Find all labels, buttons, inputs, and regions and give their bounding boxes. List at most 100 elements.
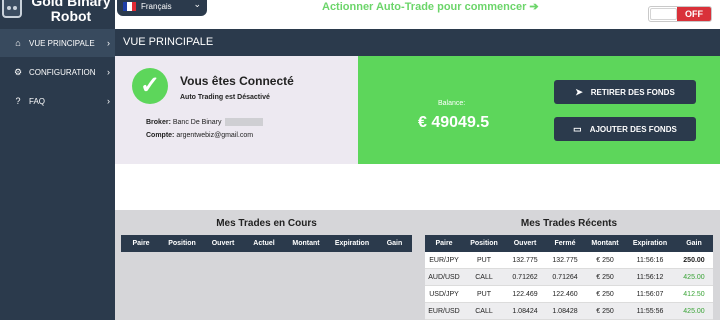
recent-trades-header: Paire Position Ouvert Fermé Montant Expi…	[425, 235, 713, 252]
cell-pair: EUR/JPY	[429, 256, 459, 264]
cell-pair: USD/JPY	[429, 290, 459, 298]
auto-trade-prompt[interactable]: Actionner Auto-Trade pour commencer ➔	[322, 0, 539, 13]
sidebar-item-label: VUE PRINCIPALE	[29, 38, 95, 48]
cell-closed: 132.775	[552, 256, 578, 264]
column-header: Paire	[435, 240, 453, 247]
broker-value: Banc De Binary	[172, 118, 222, 126]
sidebar-item-label: FAQ	[29, 96, 46, 106]
toggle-knob	[650, 8, 677, 20]
table-row[interactable]: EUR/USD CALL 1.08424 1.08428 € 250 11:55…	[425, 303, 713, 320]
column-header: Expiration	[334, 240, 370, 247]
cell-amount: € 250	[596, 290, 614, 298]
language-selector[interactable]: Français ⌄	[117, 0, 207, 16]
balance-value: € 49049.5	[418, 114, 490, 131]
redacted-blur	[225, 118, 264, 126]
logo-line-2: Robot	[50, 8, 92, 24]
cell-closed: 122.460	[552, 290, 578, 298]
cell-open: 0.71262	[512, 273, 538, 281]
top-bar: Gold Binary Robot Français ⌄ Actionner A…	[0, 0, 720, 29]
sidebar-item-vue-principale[interactable]: ⌂ VUE PRINCIPALE ›	[0, 29, 115, 57]
sidebar-item-faq[interactable]: ? FAQ ›	[0, 87, 115, 115]
deposit-label: AJOUTER DES FONDS	[589, 124, 677, 134]
cell-amount: € 250	[596, 307, 614, 315]
connection-title: Vous êtes Connecté	[180, 74, 294, 88]
cell-position: PUT	[477, 256, 491, 264]
cell-expiration: 11:55:56	[636, 307, 664, 315]
current-trades-header: Paire Position Ouvert Actuel Montant Exp…	[121, 235, 412, 252]
recent-trades-rows: EUR/JPY PUT 132.775 132.775 € 250 11:56:…	[425, 252, 713, 320]
broker-label: Broker:	[146, 118, 171, 126]
cell-open: 122.469	[512, 290, 538, 298]
column-header: Gain	[386, 240, 403, 247]
deposit-funds-button[interactable]: ▭ AJOUTER DES FONDS	[554, 117, 696, 141]
column-header: Expiration	[632, 240, 668, 247]
cell-gain: 250.00	[683, 256, 705, 264]
withdraw-funds-button[interactable]: ➤ RETIRER DES FONDS	[554, 80, 696, 104]
page-title: VUE PRINCIPALE	[115, 29, 720, 56]
cell-gain: 425.00	[683, 273, 705, 281]
robot-icon	[2, 0, 22, 18]
column-header: Gain	[686, 240, 702, 247]
chevron-right-icon: ›	[107, 67, 110, 77]
connection-status-panel: ✓ Vous êtes Connecté Auto Trading est Dé…	[115, 56, 358, 164]
column-header: Position	[168, 240, 196, 247]
table-row[interactable]: USD/JPY PUT 122.469 122.460 € 250 11:56:…	[425, 286, 713, 303]
chevron-down-icon: ⌄	[193, 0, 201, 9]
broker-info: Broker: Banc De Binary	[146, 118, 264, 126]
chevron-right-icon: ›	[107, 96, 110, 106]
account-label: Compte:	[146, 132, 175, 139]
gear-icon: ⚙	[13, 66, 23, 77]
cell-amount: € 250	[596, 256, 614, 264]
cell-closed: 0.71264	[552, 273, 578, 281]
cell-open: 1.08424	[512, 307, 538, 315]
account-value: argentwebiz@gmail.com	[176, 132, 254, 139]
cell-closed: 1.08428	[552, 307, 578, 315]
cell-expiration: 11:56:07	[636, 290, 664, 298]
cell-expiration: 11:56:16	[636, 256, 664, 264]
table-row[interactable]: AUD/USD CALL 0.71262 0.71264 € 250 11:56…	[425, 269, 713, 286]
column-header: Actuel	[253, 240, 275, 247]
cell-position: CALL	[475, 273, 493, 281]
cell-expiration: 11:56:12	[636, 273, 664, 281]
credit-card-icon: ▭	[573, 123, 582, 134]
column-header: Position	[470, 240, 498, 247]
chevron-right-icon: ›	[107, 38, 110, 48]
toggle-state-label: OFF	[677, 7, 711, 21]
cell-pair: AUD/USD	[428, 273, 460, 281]
withdraw-label: RETIRER DES FONDS	[590, 87, 675, 97]
app-logo[interactable]: Gold Binary Robot	[0, 0, 115, 29]
cell-open: 132.775	[512, 256, 538, 264]
sidebar: ⌂ VUE PRINCIPALE › ⚙ CONFIGURATION › ? F…	[0, 29, 115, 320]
logo-text: Gold Binary Robot	[30, 0, 112, 24]
auto-trade-toggle[interactable]: OFF	[648, 6, 712, 22]
recent-trades-title: Mes Trades Récents	[520, 218, 618, 229]
column-header: Montant	[591, 240, 619, 247]
account-info: Compte: argentwebiz@gmail.com	[146, 132, 253, 139]
cell-position: CALL	[475, 307, 493, 315]
sidebar-item-label: CONFIGURATION	[29, 67, 96, 77]
cell-amount: € 250	[596, 273, 614, 281]
french-flag-icon	[123, 2, 136, 11]
checkmark-icon: ✓	[132, 68, 168, 104]
question-icon: ?	[15, 96, 21, 106]
column-header: Fermé	[554, 240, 576, 247]
auto-trading-status: Auto Trading est Désactivé	[180, 94, 270, 101]
column-header: Paire	[132, 240, 150, 247]
content-spacer	[115, 164, 720, 210]
sidebar-item-configuration[interactable]: ⚙ CONFIGURATION ›	[0, 58, 115, 86]
home-icon: ⌂	[15, 38, 21, 48]
language-label: Français	[141, 2, 172, 11]
table-row[interactable]: EUR/JPY PUT 132.775 132.775 € 250 11:56:…	[425, 252, 713, 269]
column-header: Ouvert	[513, 240, 537, 247]
send-icon: ➤	[575, 86, 583, 97]
balance-label: Balance:	[438, 100, 466, 107]
balance-panel: Balance: € 49049.5 ➤ RETIRER DES FONDS ▭…	[358, 56, 720, 164]
column-header: Ouvert	[211, 240, 235, 247]
current-trades-panel: Mes Trades en Cours Paire Position Ouver…	[115, 210, 418, 320]
column-header: Montant	[292, 240, 320, 247]
cell-pair: EUR/USD	[428, 307, 460, 315]
cell-gain: 425.00	[683, 307, 705, 315]
cell-gain: 412.50	[683, 290, 705, 298]
cell-position: PUT	[477, 290, 491, 298]
current-trades-title: Mes Trades en Cours	[216, 218, 317, 229]
